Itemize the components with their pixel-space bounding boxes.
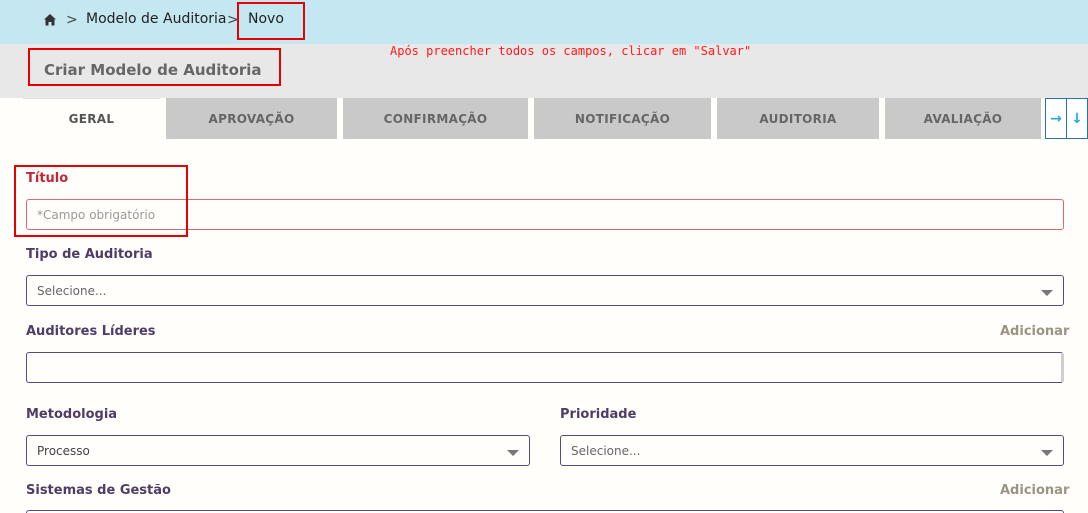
metodologia-select[interactable]: Processo: [26, 435, 530, 466]
tab-avaliacao[interactable]: AVALIAÇÃO: [885, 98, 1041, 139]
tab-notificacao[interactable]: NOTIFICAÇÃO: [534, 98, 711, 139]
tab-geral[interactable]: GERAL: [23, 98, 160, 139]
titulo-field[interactable]: [26, 199, 1064, 230]
auditores-lideres-label: Auditores Líderes: [26, 324, 156, 339]
breadcrumb-separator: >: [227, 12, 239, 28]
tab-confirmacao[interactable]: CONFIRMAÇÃO: [343, 98, 528, 139]
titulo-label: Título: [26, 171, 69, 186]
tab-aprovacao[interactable]: APROVAÇÃO: [166, 98, 337, 139]
tipo-auditoria-value: Selecione...: [37, 283, 107, 298]
tipo-auditoria-select[interactable]: Selecione...: [26, 275, 1064, 306]
instruction-note: Após preencher todos os campos, clicar e…: [390, 44, 752, 58]
tipo-auditoria-label: Tipo de Auditoria: [26, 247, 153, 262]
arrow-down-icon[interactable]: ↓: [1066, 98, 1088, 139]
home-icon[interactable]: [43, 13, 57, 27]
chevron-down-icon: [1041, 290, 1053, 296]
arrow-right-icon[interactable]: →: [1045, 98, 1067, 139]
chevron-down-icon: [507, 450, 519, 456]
sistemas-gestao-label: Sistemas de Gestão: [26, 483, 171, 498]
metodologia-value: Processo: [37, 443, 90, 458]
breadcrumb-separator: >: [66, 12, 78, 28]
breadcrumb-item-current: Novo: [248, 11, 284, 27]
tab-bar: GERAL APROVAÇÃO CONFIRMAÇÃO NOTIFICAÇÃO …: [0, 98, 1088, 140]
auditores-add-link[interactable]: Adicionar: [1000, 324, 1069, 339]
auditores-lideres-field[interactable]: [26, 352, 1064, 383]
prioridade-label: Prioridade: [560, 407, 637, 422]
tab-auditoria[interactable]: AUDITORIA: [717, 98, 879, 139]
page-title: Criar Modelo de Auditoria: [44, 61, 262, 79]
titulo-input[interactable]: [37, 207, 1063, 222]
prioridade-select[interactable]: Selecione...: [560, 435, 1064, 466]
breadcrumb: > Modelo de Auditoria > Novo: [0, 0, 1088, 44]
breadcrumb-item-modelo[interactable]: Modelo de Auditoria: [86, 11, 227, 27]
chevron-down-icon: [1041, 450, 1053, 456]
prioridade-value: Selecione...: [571, 443, 641, 458]
metodologia-label: Metodologia: [26, 407, 118, 422]
sistemas-add-link[interactable]: Adicionar: [1000, 483, 1069, 498]
